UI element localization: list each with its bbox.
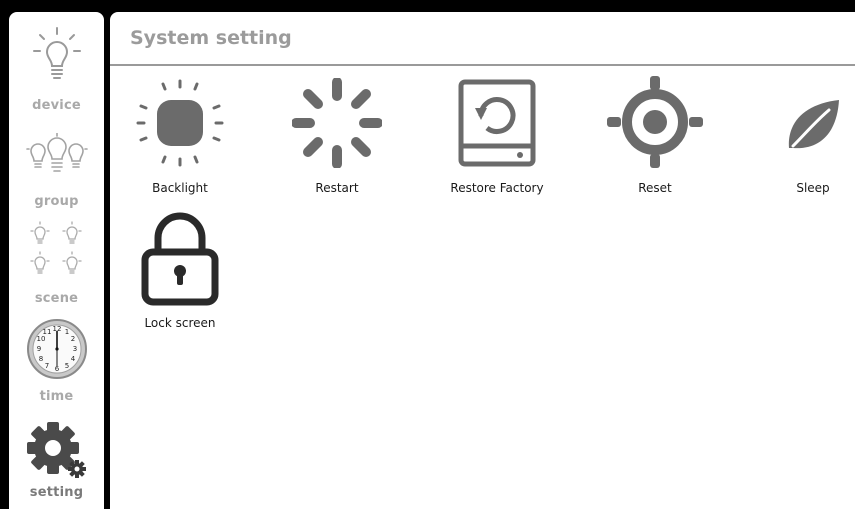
sidebar-item-device-label: device [32,98,81,113]
backlight-icon [136,79,224,167]
gear-icon [26,422,86,478]
backlight-tile[interactable]: Backlight [110,78,250,204]
restore-factory-label: Restore Factory [450,181,544,195]
restart-spinner-icon [292,78,382,168]
sidebar-item-scene[interactable] [9,220,104,280]
svg-text:7: 7 [44,362,48,370]
main-panel: System setting Backlight Restart Restore… [110,12,855,509]
sidebar-item-group[interactable] [9,133,104,179]
backlight-label: Backlight [152,181,208,195]
svg-text:9: 9 [36,345,40,353]
reset-tile[interactable]: Reset [585,76,725,204]
leaf-icon [788,100,839,149]
sidebar-item-group-label: group [34,194,79,209]
svg-text:8: 8 [38,355,42,363]
svg-text:1: 1 [64,328,68,336]
restore-factory-icon [458,79,536,167]
svg-text:4: 4 [70,355,75,363]
sidebar-item-device[interactable] [9,26,104,82]
scene-bulbs-icon [29,221,82,274]
sidebar: device group scene 12 1 2 3 4 5 6 7 8 9 … [9,12,104,509]
reset-label: Reset [638,181,672,195]
bulb-group-icon [25,133,88,172]
svg-text:11: 11 [42,328,51,336]
reset-target-icon [607,76,703,168]
svg-text:2: 2 [70,335,74,343]
restore-factory-tile[interactable]: Restore Factory [427,78,567,204]
svg-text:6: 6 [54,365,59,373]
bulb-icon [32,27,81,79]
clock-icon: 12 12 345 678 91011 [26,319,87,379]
svg-text:10: 10 [36,335,45,343]
restart-label: Restart [315,181,359,195]
page-title: System setting [130,27,292,49]
header: System setting [110,12,855,66]
restart-tile[interactable]: Restart [267,78,407,204]
sidebar-item-scene-label: scene [34,291,79,306]
svg-text:3: 3 [72,345,76,353]
sidebar-item-time-label: time [39,389,74,404]
sidebar-item-time[interactable]: 12 1 2 345 678 9 10 11 [9,318,104,380]
lock-screen-tile[interactable]: Lock screen [110,208,250,334]
lock-screen-label: Lock screen [144,316,216,330]
sleep-tile[interactable]: Sleep [743,78,855,204]
sleep-label: Sleep [796,181,830,195]
padlock-icon [141,212,219,306]
sidebar-item-setting[interactable] [9,420,104,482]
sidebar-item-setting-label: setting [29,485,84,500]
svg-text:5: 5 [64,362,68,370]
